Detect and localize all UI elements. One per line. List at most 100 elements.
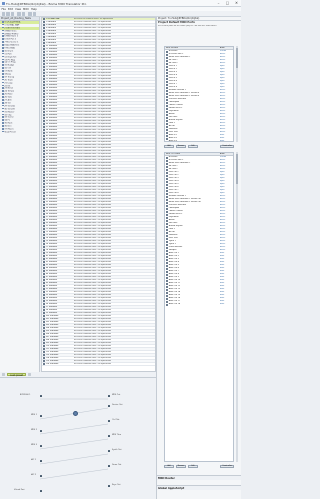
port-connector[interactable] <box>40 415 42 417</box>
row-checkbox[interactable] <box>42 306 45 308</box>
port-connector[interactable] <box>40 395 42 397</box>
port-checkbox[interactable] <box>165 282 168 285</box>
preset-item[interactable]: Stub Preset <box>0 130 39 134</box>
row-checkbox[interactable] <box>42 312 45 314</box>
port-checkbox[interactable] <box>165 162 168 165</box>
port-connector[interactable] <box>108 465 110 467</box>
routing-node[interactable]: IAC 2 <box>31 474 36 476</box>
port-checkbox[interactable] <box>165 249 168 252</box>
row-checkbox[interactable] <box>42 66 45 68</box>
port-checkbox[interactable] <box>165 101 168 104</box>
routing-node[interactable]: MIDI Out <box>112 394 120 396</box>
port-connector[interactable] <box>108 435 110 437</box>
out-list-scroll-thumb[interactable] <box>236 154 238 184</box>
row-checkbox[interactable] <box>42 18 45 20</box>
row-checkbox[interactable] <box>42 345 45 347</box>
row-checkbox[interactable] <box>42 207 45 209</box>
row-checkbox[interactable] <box>42 252 45 254</box>
port-checkbox[interactable] <box>165 264 168 267</box>
row-checkbox[interactable] <box>42 330 45 332</box>
routing-node[interactable]: Keys Out <box>112 484 120 486</box>
routing-node[interactable]: MIDI 1 <box>31 414 37 416</box>
row-checkbox[interactable] <box>42 39 45 41</box>
port-checkbox[interactable] <box>165 77 168 80</box>
port-checkbox[interactable] <box>165 237 168 240</box>
row-checkbox[interactable] <box>42 246 45 248</box>
port-connector[interactable] <box>108 405 110 407</box>
port-connector[interactable] <box>40 445 42 447</box>
port-checkbox[interactable] <box>165 183 168 186</box>
row-checkbox[interactable] <box>42 321 45 323</box>
row-checkbox[interactable] <box>42 213 45 215</box>
add-in-button[interactable]: Add <box>164 145 174 148</box>
row-checkbox[interactable] <box>42 114 45 116</box>
routing-node[interactable]: Device Out <box>112 404 123 406</box>
port-checkbox[interactable] <box>165 216 168 219</box>
minimize-button[interactable]: – <box>214 0 223 7</box>
row-checkbox[interactable] <box>42 93 45 95</box>
row-checkbox[interactable] <box>42 120 45 122</box>
add-translator-icon[interactable] <box>21 12 25 16</box>
port-checkbox[interactable] <box>165 234 168 237</box>
row-checkbox[interactable] <box>42 54 45 56</box>
row-checkbox[interactable] <box>42 84 45 86</box>
row-checkbox[interactable] <box>42 318 45 320</box>
port-checkbox[interactable] <box>165 177 168 180</box>
port-checkbox[interactable] <box>165 116 168 119</box>
row-checkbox[interactable] <box>42 102 45 104</box>
row-checkbox[interactable] <box>42 186 45 188</box>
port-checkbox[interactable] <box>165 137 168 140</box>
options-icon[interactable] <box>28 373 31 376</box>
section-global-applescript[interactable]: Global AppleScript <box>157 485 241 490</box>
row-checkbox[interactable] <box>42 327 45 329</box>
row-checkbox[interactable] <box>42 243 45 245</box>
open-icon[interactable] <box>6 12 10 16</box>
port-checkbox[interactable] <box>165 288 168 291</box>
row-checkbox[interactable] <box>42 276 45 278</box>
row-checkbox[interactable] <box>42 42 45 44</box>
port-checkbox[interactable] <box>165 243 168 246</box>
row-checkbox[interactable] <box>42 81 45 83</box>
port-checkbox[interactable] <box>165 104 168 107</box>
port-checkbox[interactable] <box>165 273 168 276</box>
row-checkbox[interactable] <box>42 126 45 128</box>
row-checkbox[interactable] <box>42 294 45 296</box>
section-midi-router[interactable]: MIDI Router <box>157 475 241 480</box>
row-checkbox[interactable] <box>42 159 45 161</box>
row-checkbox[interactable] <box>42 204 45 206</box>
port-checkbox[interactable] <box>165 210 168 213</box>
port-connector[interactable] <box>40 460 42 462</box>
row-checkbox[interactable] <box>42 216 45 218</box>
row-checkbox[interactable] <box>42 360 45 362</box>
port-row[interactable]: Alias Out 18 alias <box>165 303 233 306</box>
row-checkbox[interactable] <box>42 273 45 275</box>
row-checkbox[interactable] <box>42 210 45 212</box>
row-checkbox[interactable] <box>42 282 45 284</box>
port-checkbox[interactable] <box>165 294 168 297</box>
port-checkbox[interactable] <box>165 134 168 137</box>
row-checkbox[interactable] <box>42 132 45 134</box>
row-checkbox[interactable] <box>42 117 45 119</box>
row-checkbox[interactable] <box>42 195 45 197</box>
routing-node[interactable]: Ctrl Out <box>112 419 119 421</box>
port-checkbox[interactable] <box>165 119 168 122</box>
port-checkbox[interactable] <box>165 198 168 201</box>
row-checkbox[interactable] <box>42 150 45 152</box>
port-checkbox[interactable] <box>165 71 168 74</box>
port-checkbox[interactable] <box>165 59 168 62</box>
row-checkbox[interactable] <box>42 189 45 191</box>
row-checkbox[interactable] <box>42 237 45 239</box>
row-checkbox[interactable] <box>42 279 45 281</box>
row-checkbox[interactable] <box>42 63 45 65</box>
row-checkbox[interactable] <box>42 174 45 176</box>
port-checkbox[interactable] <box>165 297 168 300</box>
routing-node[interactable]: Drum Out <box>112 464 121 466</box>
port-checkbox[interactable] <box>165 180 168 183</box>
row-checkbox[interactable] <box>42 45 45 47</box>
row-checkbox[interactable] <box>42 171 45 173</box>
edit-out-button[interactable]: Edit <box>188 465 198 468</box>
row-checkbox[interactable] <box>42 87 45 89</box>
port-checkbox[interactable] <box>165 110 168 113</box>
port-checkbox[interactable] <box>165 258 168 261</box>
port-checkbox[interactable] <box>165 80 168 83</box>
